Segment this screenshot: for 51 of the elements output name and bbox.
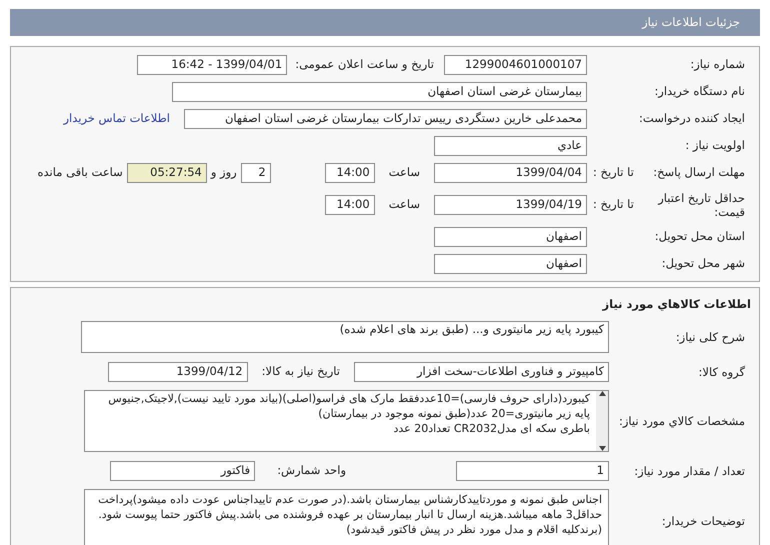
value-field: کامپیوتر و فناوری اطلاعات-سخت افزار [354, 362, 609, 382]
field-label: شماره نیاز: [690, 57, 745, 72]
value-field: 1399/04/19 [434, 195, 587, 215]
value-field: 1399/04/01 - 16:42 [137, 54, 288, 74]
contact-link[interactable]: اطلاعات تماس خریدار [63, 110, 170, 128]
field-label: مهلت ارسال پاسخ: [653, 164, 745, 182]
field-label: ساعت باقی مانده [38, 164, 123, 182]
value-field: 05:27:54 [126, 163, 207, 183]
field-label: استان محل تحویل: [654, 229, 745, 244]
value-field: 14:00 [324, 163, 375, 183]
spec-line: کیبورد(دارای حروف فارسی)=10عددفقط مارک های فراسو(اصلی)(بیاند مورد تایید نیست),لاجیتک,جنیوس [108, 391, 590, 406]
value-field: 1 [456, 460, 609, 481]
field-label: توضیحات خریدار: [662, 514, 745, 528]
field-label: حداقل تاریخ اعتبار قیمت: [656, 190, 745, 220]
scroll-up-icon[interactable] [598, 391, 606, 396]
field-label: اولویت نیاز : [685, 138, 745, 153]
field-label: ساعت [388, 164, 420, 182]
field-label: روز و [210, 164, 237, 182]
summary-box: کیبورد پایه زیر مانیتوری و... (طبق برند های اعلام شده) [81, 321, 609, 354]
value-field: 1299004601000107 [444, 54, 587, 74]
field-label: گروه کالا: [698, 364, 745, 379]
value-field: 2 [240, 163, 271, 183]
spec-line: پایه زیر مانیتوری=20 عدد(طبق نمونه موجود در بیمارستان) [317, 406, 590, 422]
value-field: محمدعلی خارین دستگردی رییس تدارکات بیمارستان غرضی استان اصفهان [184, 108, 587, 128]
field-label: واحد شمارش: [277, 462, 346, 480]
field-label: تعداد / مقدار مورد نیاز: [634, 464, 745, 478]
specs-textarea[interactable]: کیبورد(دارای حروف فارسی)=10عددفقط مارک های فراسو(اصلی)(بیاند مورد تایید نیست),لاجیتک,جنیوس پایه زیر مانیتوری=20 عدد(طبق نمونه موجود در بیمارستان) باطری سکه ای مدلCR2032 تعداد20 عدد [84, 390, 609, 452]
section-title: اطلاعات کالاهاي مورد نیاز [602, 297, 751, 311]
spec-line: باطری سکه ای مدلCR2032 تعداد20 عدد [392, 421, 590, 436]
value-field: 1399/04/04 [434, 163, 587, 183]
field-label: شهر محل تحویل: [662, 256, 745, 271]
field-label: تا تاریخ : [593, 196, 634, 214]
value-field: بیمارستان غرضی استان اصفهان [172, 82, 587, 102]
field-label: مشخصات کالاي مورد نیاز: [618, 414, 745, 428]
field-label: تاریخ نیاز به کالا: [262, 363, 340, 380]
value-field: 1399/04/12 [108, 362, 248, 382]
field-label: تا تاریخ : [593, 164, 634, 182]
field-label: ایجاد کننده درخواست: [639, 111, 745, 126]
scrollbar[interactable] [596, 391, 608, 452]
scroll-down-icon[interactable] [598, 446, 606, 452]
notes-textarea[interactable]: اجناس طبق نمونه و موردتاییدکارشناس بیمارستان باشد.(در صورت عدم تاییداجناس عودت داده میشود)پرداخت حداقل3 ماهه میباشد.هزینه ارسال تا انبار بیمارستان بر عهده فروشنده می باشد.پیش فاکتور حتما پیوست شود.(برندکلیه اقلام و مدل مورد نظر در پیش فاکتور قیدشود) [84, 489, 609, 545]
value-field: عادي [434, 136, 587, 156]
field-label: تاریخ و ساعت اعلان عمومی: [295, 56, 434, 73]
value-field: 14:00 [324, 195, 375, 215]
field-label: شرح کلی نیاز: [676, 330, 745, 344]
value-field: فاکتور [110, 460, 256, 481]
value-field: اصفهان [434, 226, 587, 246]
field-label: ساعت [388, 196, 420, 214]
field-label: نام دستگاه خریدار: [654, 84, 745, 99]
value-field: اصفهان [434, 254, 587, 274]
page-title: جزئیات اطلاعات نیاز [642, 14, 740, 31]
